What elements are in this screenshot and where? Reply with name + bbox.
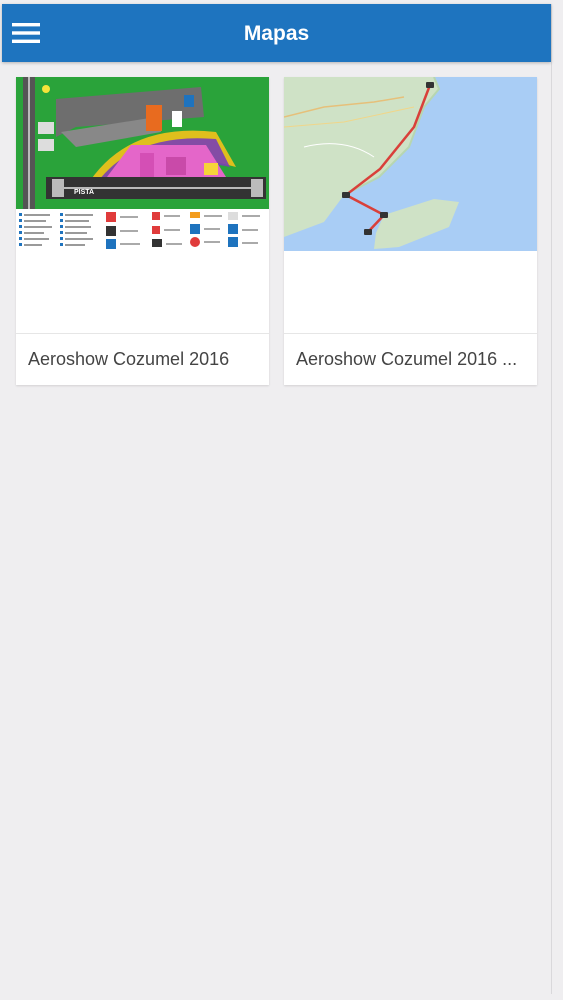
map-title: Aeroshow Cozumel 2016 xyxy=(16,333,269,385)
map-thumbnail: PISTA xyxy=(16,77,269,332)
page-title: Mapas xyxy=(243,22,310,45)
map-card[interactable]: Aeroshow Cozumel 2016 ... xyxy=(284,77,537,385)
hamburger-menu-icon xyxy=(12,23,40,43)
runway-label: PISTA xyxy=(74,189,94,196)
top-app-bar: Mapas xyxy=(2,4,551,62)
menu-button[interactable] xyxy=(8,16,44,50)
map-title: Aeroshow Cozumel 2016 ... xyxy=(284,333,537,385)
map-card[interactable]: PISTA Aeroshow Cozumel 2016 xyxy=(16,77,269,385)
map-thumbnail xyxy=(284,77,537,332)
app-screen: Mapas PISTA Aeroshow Cozumel 2016 Aerosh… xyxy=(2,4,552,994)
